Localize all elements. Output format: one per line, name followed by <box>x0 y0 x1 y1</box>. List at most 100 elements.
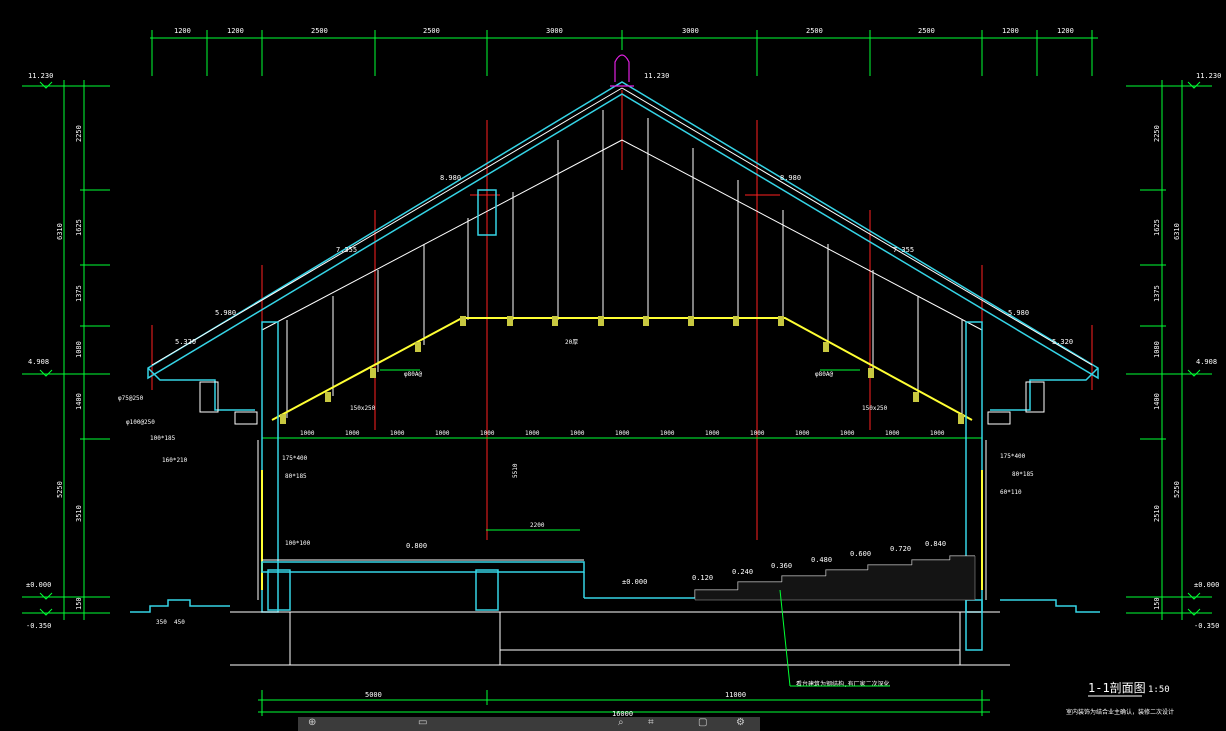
ceiling-dim-4: 1000 <box>435 430 450 437</box>
floor-level-2: 0.240 <box>732 568 753 576</box>
right-vdim-8: 2510 <box>1153 505 1161 522</box>
right-vdim-6: 1400 <box>1153 393 1161 410</box>
callout-left-3: 100*185 <box>150 435 176 442</box>
right-vdim-7: 5250 <box>1173 481 1181 498</box>
floor-level-5: 0.600 <box>850 550 871 558</box>
left-vdim-9: 150 <box>75 597 83 610</box>
bottom-dim-2: 11000 <box>725 691 746 699</box>
toolbar-icon-6[interactable]: ⚙ <box>736 717 745 728</box>
roof <box>147 54 1099 380</box>
roof-level-3: 7.355 <box>336 246 357 254</box>
top-dim-6: 3000 <box>682 27 699 35</box>
ceiling-dim-9: 1000 <box>660 430 675 437</box>
right-vdim-4: 1375 <box>1153 285 1161 302</box>
left-vdim-4: 1375 <box>75 285 83 302</box>
right-vdim-9: 150 <box>1153 597 1161 610</box>
callout-beam-right: 150x250 <box>862 405 888 412</box>
roof-level-5: 5.980 <box>215 309 236 317</box>
left-elev-zero: ±0.000 <box>26 581 51 589</box>
leader-lines <box>380 369 890 687</box>
toolbar-icon-2[interactable]: ▭ <box>418 717 427 728</box>
floor-level-4: 0.480 <box>811 556 832 564</box>
callout-small-1: 350 <box>156 619 167 626</box>
top-dim-3: 2500 <box>311 27 328 35</box>
top-dim-8: 2500 <box>918 27 935 35</box>
ceiling-dim-14: 1000 <box>885 430 900 437</box>
floor-level-1: 0.120 <box>692 574 713 582</box>
callout-beam-left: 150x250 <box>350 405 376 412</box>
roof-level-1: 8.980 <box>440 174 461 182</box>
drawing-title: 1-1剖面图 <box>1088 681 1146 695</box>
callout-rafter-right: φ80A@ <box>815 371 833 378</box>
ceiling-dim-10: 1000 <box>705 430 720 437</box>
ceiling-dim-7: 1000 <box>570 430 585 437</box>
right-elev-top: 11.230 <box>1196 72 1221 80</box>
toolbar-icon-3[interactable]: ⌕ <box>618 717 624 728</box>
floor-level-7: 0.840 <box>925 540 946 548</box>
right-elev-4908: 4.908 <box>1196 358 1217 366</box>
toolbar-icon-1[interactable]: ⊕ <box>308 717 316 728</box>
ceiling-dim-11: 1000 <box>750 430 765 437</box>
eave-details <box>147 367 1099 425</box>
left-vdim-1: 2250 <box>75 125 83 142</box>
roof-studs <box>286 110 963 418</box>
callout-right-col-3: 60*110 <box>1000 489 1022 496</box>
right-vdim-5: 1080 <box>1153 341 1161 358</box>
right-elev-neg: -0.350 <box>1194 622 1219 630</box>
callout-stair-note: 看台建筑为钢结构,有厂家二次深化 <box>796 680 890 688</box>
section-drawing: 1200 1200 2500 2500 3000 3000 2500 2500 … <box>22 27 1221 718</box>
left-vdim-5: 1080 <box>75 341 83 358</box>
left-dimension-chain <box>22 80 110 620</box>
floor-level-6: 0.720 <box>890 545 911 553</box>
top-dimension-chain <box>150 30 1098 76</box>
callout-small-2: 450 <box>174 619 185 626</box>
callout-left-4: 160*210 <box>162 457 188 464</box>
top-dim-2: 1200 <box>227 27 244 35</box>
floor-level-stage: 0.800 <box>406 542 427 550</box>
callout-col-2: 80*185 <box>285 473 307 480</box>
floor-level-3: 0.360 <box>771 562 792 570</box>
callout-right-col-2: 80*185 <box>1012 471 1034 478</box>
drawing-scale: 1:50 <box>1148 685 1170 695</box>
ceiling-dim-2: 1000 <box>345 430 360 437</box>
left-vdim-2: 6310 <box>56 223 64 240</box>
right-vdim-3: 1625 <box>1153 219 1161 236</box>
ceiling-dim-15: 1000 <box>930 430 945 437</box>
top-dim-4: 2500 <box>423 27 440 35</box>
roof-level-4: 7.355 <box>893 246 914 254</box>
ceiling-dim-1: 1000 <box>300 430 315 437</box>
roof-level-2: 8.980 <box>780 174 801 182</box>
callout-left-2: φ100@250 <box>126 419 155 426</box>
callout-stage-width: 2200 <box>530 522 545 529</box>
callout-rafter-left: φ80A@ <box>404 371 422 378</box>
toolbar-icon-5[interactable]: ▢ <box>698 717 707 728</box>
ridge-level: 11.230 <box>644 72 669 80</box>
left-vdim-6: 1400 <box>75 393 83 410</box>
left-vdim-7: 5250 <box>56 481 64 498</box>
left-elev-top: 11.230 <box>28 72 53 80</box>
top-dim-10: 1200 <box>1057 27 1074 35</box>
toolbar-icon-4[interactable]: ⌗ <box>648 717 654 728</box>
ceiling-dim-3: 1000 <box>390 430 405 437</box>
ceiling-dim-6: 1000 <box>525 430 540 437</box>
title-block: 1-1剖面图 1:50 室内装饰为结合业主确认，装修二次设计 <box>1066 681 1174 716</box>
ceiling-dim-5: 1000 <box>480 430 495 437</box>
floor-structure <box>130 555 1100 666</box>
ridge-ornament <box>614 54 630 82</box>
right-elev-zero: ±0.000 <box>1194 581 1219 589</box>
callout-right-col-1: 175*400 <box>1000 453 1026 460</box>
right-dimension-chain <box>1126 80 1212 620</box>
roof-level-6: 5.980 <box>1008 309 1029 317</box>
left-elev-neg: -0.350 <box>26 622 51 630</box>
ceiling-dim-8: 1000 <box>615 430 630 437</box>
top-dim-5: 3000 <box>546 27 563 35</box>
cad-toolbar: ⊕ ▭ ⌕ ⌗ ▢ ⚙ <box>298 717 760 731</box>
ceiling-dim-13: 1000 <box>840 430 855 437</box>
top-dim-9: 1200 <box>1002 27 1019 35</box>
left-vdim-8: 3510 <box>75 505 83 522</box>
bottom-dim-1: 5000 <box>365 691 382 699</box>
callout-span: 5510 <box>512 463 519 478</box>
ceiling-dim-12: 1000 <box>795 430 810 437</box>
callout-col-4: 100*100 <box>285 540 311 547</box>
floor-level-zero: ±0.000 <box>622 578 647 586</box>
